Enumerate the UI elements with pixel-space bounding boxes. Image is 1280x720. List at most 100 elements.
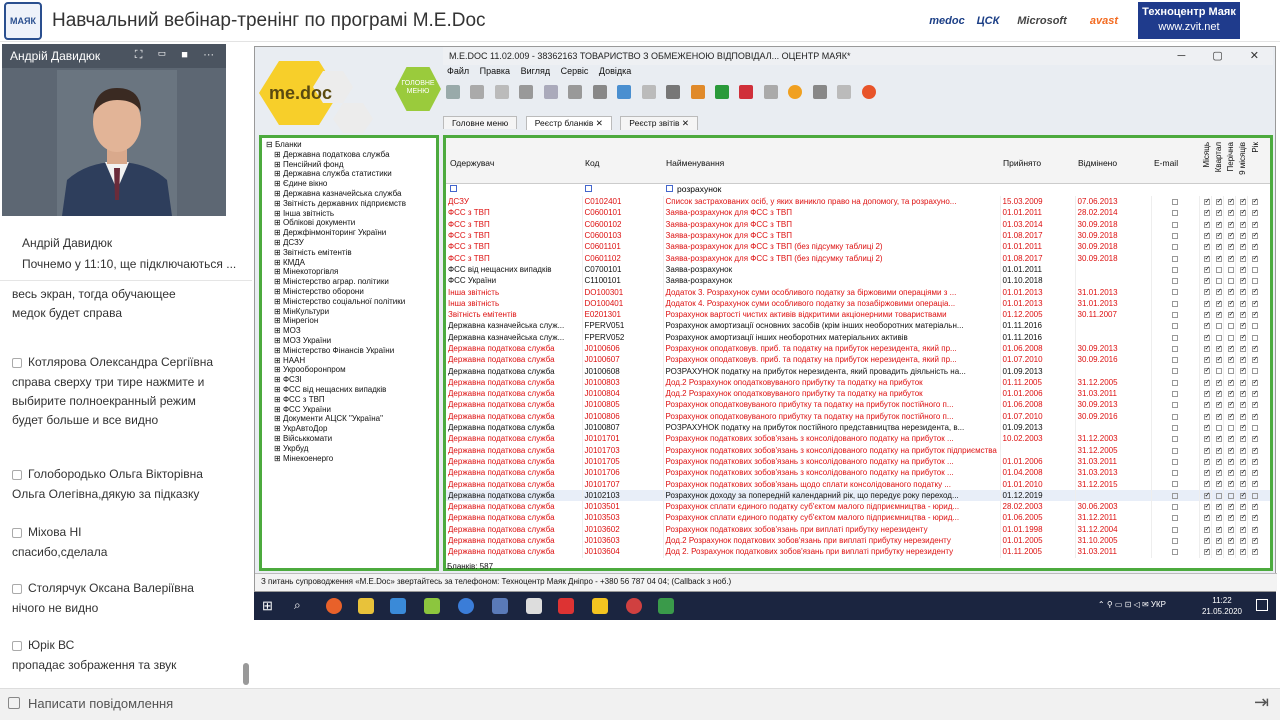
checkbox[interactable] <box>1215 411 1222 422</box>
tab-reports-registry[interactable]: Реєстр звітів ✕ <box>620 116 698 130</box>
checkbox[interactable] <box>1172 402 1178 409</box>
checkbox[interactable] <box>1203 388 1210 399</box>
tab-blanks-registry[interactable]: Реєстр бланків ✕ <box>525 116 612 130</box>
checkbox[interactable] <box>1203 377 1210 388</box>
table-row[interactable]: Державна податкова служба J0103503 Розраху… <box>446 512 1270 524</box>
checkbox[interactable] <box>1227 196 1234 207</box>
checkbox[interactable] <box>1172 413 1178 420</box>
checkbox[interactable] <box>1172 424 1178 431</box>
expand-icon[interactable]: ⊞ <box>274 258 283 267</box>
mayak-banner[interactable]: Техноцентр Маяк www.zvit.net <box>1138 2 1240 39</box>
media-icon[interactable] <box>626 598 642 614</box>
table-row[interactable]: Звітність емітентів E0201301 Розрахунок ва… <box>446 308 1270 321</box>
tree-item[interactable]: ⊞ МінКультури <box>266 307 432 317</box>
tree-item[interactable]: ⊞ ФСЗІ <box>266 375 432 385</box>
table-row[interactable]: Державна казначейська служ... FPERV051 Роз… <box>446 320 1270 332</box>
table-row[interactable]: Державна податкова служба J0100608 РОЗРАХУ… <box>446 365 1270 377</box>
network-icon[interactable] <box>390 598 406 614</box>
checkbox[interactable] <box>1227 546 1234 557</box>
table-row[interactable]: Державна податкова служба J0101706 Розраху… <box>446 467 1270 479</box>
medoc-taskbar-icon[interactable] <box>592 598 608 614</box>
expand-icon[interactable]: ⊞ <box>274 218 283 227</box>
checkbox[interactable] <box>1215 546 1222 557</box>
checkbox[interactable] <box>1203 343 1210 354</box>
checkbox[interactable] <box>1251 230 1258 241</box>
checkbox[interactable] <box>1239 433 1246 444</box>
checkbox[interactable] <box>1239 546 1246 557</box>
tree-item[interactable]: ⊞ Міністерство Фінансів України <box>266 346 432 356</box>
checkbox[interactable] <box>1227 445 1234 456</box>
checkbox[interactable] <box>1251 207 1258 218</box>
table-row[interactable]: Інша звітність DO100301 Додаток 3. Розраху… <box>446 286 1270 298</box>
checkbox[interactable] <box>1215 492 1222 499</box>
presenter-video[interactable]: Андрій Давидюк ⛶ ▭ ■ ⋯ <box>2 44 226 216</box>
checkbox[interactable] <box>1251 467 1258 478</box>
col-email[interactable]: E-mail <box>1154 158 1178 168</box>
checkbox[interactable] <box>1203 478 1210 489</box>
tree-item[interactable]: ⊞ Звітність державних підприємств <box>266 199 432 209</box>
expand-icon[interactable]: ⊞ <box>274 405 283 414</box>
search-icon[interactable]: ⌕ <box>294 598 310 614</box>
checkbox[interactable] <box>1239 196 1246 207</box>
report-icon[interactable] <box>641 85 656 99</box>
checkbox[interactable] <box>1239 388 1246 399</box>
expand-icon[interactable]: ⊞ <box>274 199 283 208</box>
checkbox[interactable] <box>1251 424 1258 431</box>
tree-item[interactable]: ⊞ Укрбуд <box>266 444 432 454</box>
checkbox[interactable] <box>1203 354 1210 365</box>
table-row[interactable]: Державна податкова служба J0103604 Дод 2. … <box>446 546 1270 558</box>
col-first[interactable]: Перічна <box>1226 142 1235 171</box>
checkbox[interactable] <box>1227 456 1234 467</box>
tool-icon[interactable] <box>526 598 542 614</box>
checkbox[interactable] <box>1215 424 1222 431</box>
checkbox[interactable] <box>1172 481 1178 488</box>
tree-item[interactable]: ⊞ ДСЗУ <box>266 238 432 248</box>
table-row[interactable]: ФСС з ТВП C0601102 Заява-розрахунок для ФС… <box>446 252 1270 264</box>
table-row[interactable]: Державна податкова служба J0101707 Розраху… <box>446 478 1270 490</box>
col-accepted[interactable]: Прийнято <box>1003 158 1041 168</box>
send-icon[interactable]: ⇥ <box>1254 692 1269 713</box>
checkbox[interactable] <box>1215 433 1222 444</box>
archive-icon[interactable] <box>763 85 778 99</box>
clock[interactable]: 11:22 21.05.2020 <box>1202 595 1242 617</box>
menu-file[interactable]: Файл <box>447 66 469 76</box>
copy-icon[interactable] <box>494 85 509 99</box>
checkbox[interactable] <box>1239 512 1246 523</box>
firefox-icon[interactable] <box>326 598 342 614</box>
tree-root[interactable]: ⊟ Бланки <box>266 140 432 150</box>
checkbox[interactable] <box>1215 266 1222 273</box>
checkbox[interactable] <box>1172 289 1178 296</box>
table-row[interactable]: Державна податкова служба J0100803 Дод.2 Р… <box>446 376 1270 389</box>
checkbox[interactable] <box>1239 230 1246 241</box>
col-9-months[interactable]: 9 місяців <box>1238 142 1247 175</box>
table-row[interactable]: ФСС з ТВП C0600103 Заява-розрахунок для ФС… <box>446 229 1270 242</box>
checkbox[interactable] <box>1239 320 1246 331</box>
checkbox[interactable] <box>1239 264 1246 275</box>
checkbox[interactable] <box>1227 377 1234 388</box>
checkbox[interactable] <box>1203 546 1210 557</box>
checkbox[interactable] <box>1172 255 1178 262</box>
table-row[interactable]: ФСС з ТВП C0600101 Заява-розрахунок для ФС… <box>446 207 1270 219</box>
tree-item[interactable]: ⊞ НААН <box>266 356 432 366</box>
expand-icon[interactable]: ⊞ <box>274 346 283 355</box>
checkbox[interactable] <box>1215 334 1222 341</box>
filter-icon[interactable] <box>450 185 457 192</box>
table-row[interactable]: ДСЗУ C0102401 Список застрахованих осіб, у… <box>446 196 1270 208</box>
checkbox[interactable] <box>1227 368 1234 375</box>
checkbox[interactable] <box>1251 309 1258 320</box>
checkbox[interactable] <box>1203 501 1210 512</box>
checkbox[interactable] <box>1227 501 1234 512</box>
menu-help[interactable]: Довідка <box>599 66 631 76</box>
checkbox[interactable] <box>1215 196 1222 207</box>
checkbox[interactable] <box>1203 467 1210 478</box>
checkbox[interactable] <box>1239 377 1246 388</box>
checkbox[interactable] <box>1227 478 1234 489</box>
checkbox[interactable] <box>1227 354 1234 365</box>
checkbox[interactable] <box>1227 286 1234 297</box>
checkbox[interactable] <box>1227 535 1234 546</box>
checkbox[interactable] <box>1227 298 1234 309</box>
checkbox[interactable] <box>1203 241 1210 252</box>
tree-item[interactable]: ⊞ Мінекоторгівля <box>266 267 432 277</box>
checkbox[interactable] <box>1251 433 1258 444</box>
checkbox[interactable] <box>1215 219 1222 230</box>
